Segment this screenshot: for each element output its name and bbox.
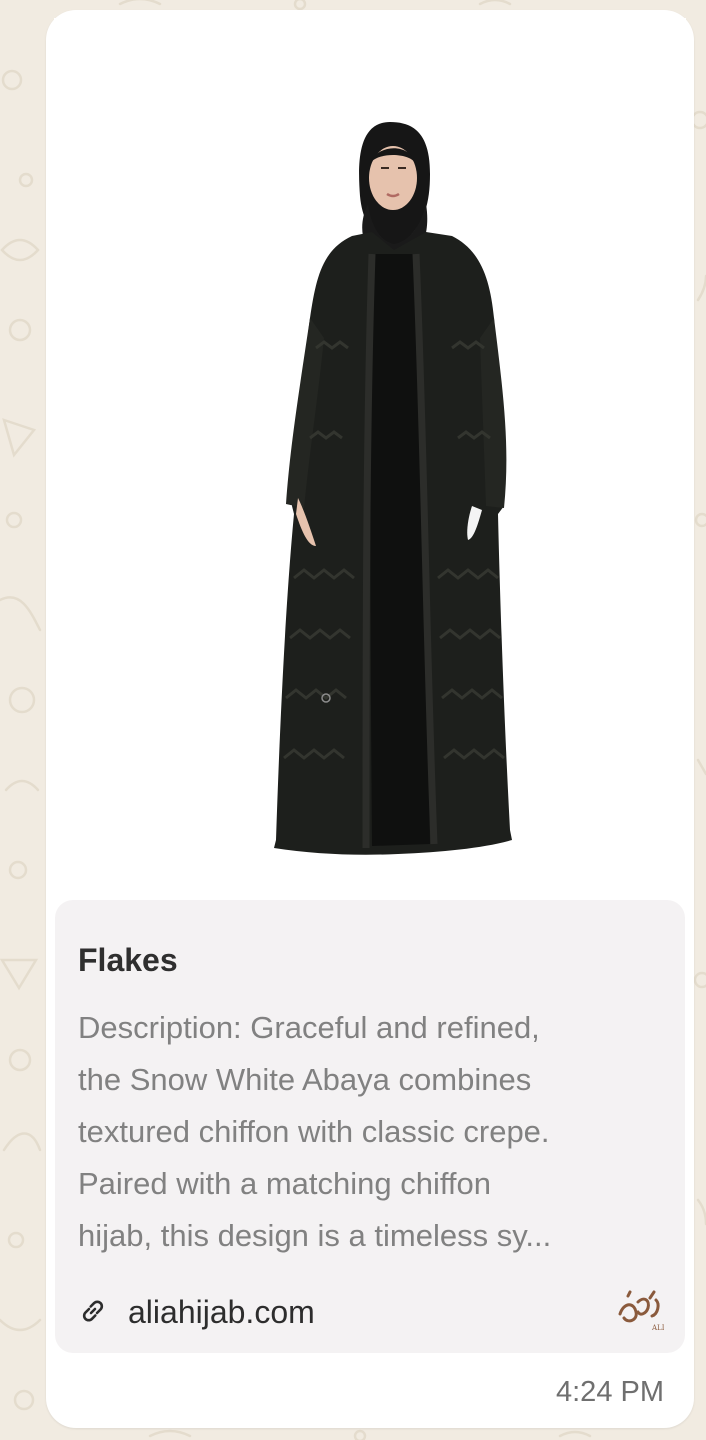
aliahijab-logo: ALI [614,1284,664,1334]
preview-description-line: Description: Graceful and refined, [78,1010,540,1045]
link-icon [82,1300,104,1322]
preview-link-domain[interactable]: aliahijab.com [128,1294,315,1331]
abaya-model-photo [274,122,512,855]
message-timestamp: 4:24 PM [556,1376,664,1408]
preview-description-line: hijab, this design is a timeless sy... [78,1218,552,1253]
link-preview-card[interactable]: Flakes Description: Graceful and refined… [55,900,685,1353]
product-image[interactable] [54,18,686,903]
preview-description: Description: Graceful and refined, the S… [78,1002,668,1262]
svg-text:ALI: ALI [651,1324,664,1332]
preview-description-line: Paired with a matching chiffon [78,1166,491,1201]
preview-description-line: textured chiffon with classic crepe. [78,1114,550,1149]
preview-link-row[interactable]: aliahijab.com ALI [78,1284,668,1336]
message-bubble: Flakes Description: Graceful and refined… [46,10,694,1428]
preview-title: Flakes [78,942,178,978]
preview-description-line: the Snow White Abaya combines [78,1062,532,1097]
